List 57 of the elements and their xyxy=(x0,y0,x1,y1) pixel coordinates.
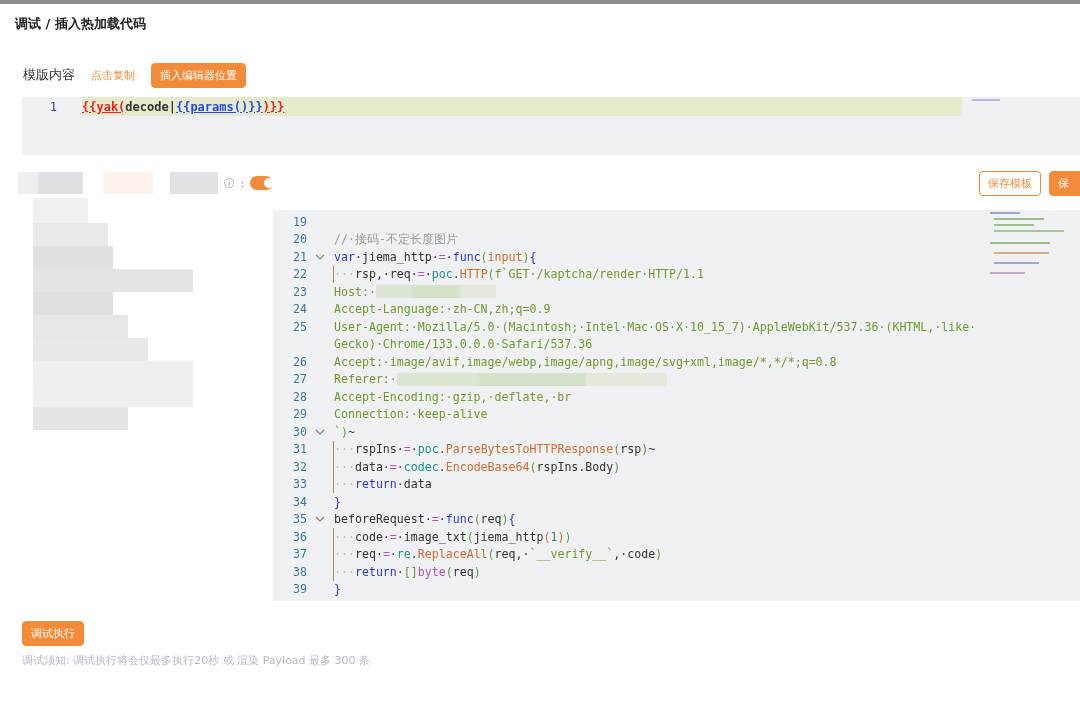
template-label: 模版内容 xyxy=(23,66,75,84)
code-editor[interactable] xyxy=(273,210,1080,601)
code-line: ···data·=·codec.EncodeBase64(rspIns.Body) xyxy=(333,458,621,476)
line-number: 20 xyxy=(292,232,307,247)
line-number: 26 xyxy=(292,354,307,369)
code-line: //·接码-不定长度图片 xyxy=(333,230,458,248)
window-title: 调试 / 插入热加载代码 xyxy=(13,15,147,33)
line-number: 36 xyxy=(292,529,307,544)
line-number: 27 xyxy=(292,372,307,387)
line-number: 31 xyxy=(292,442,307,457)
code-line: ···req·=·re.ReplaceAll(req,·`__verify__`,·code) xyxy=(333,545,663,563)
colon-text: : xyxy=(240,176,245,190)
code-line: Accept-Language:·zh-CN,zh;q=0.9 xyxy=(333,301,551,318)
code-line: } xyxy=(333,493,341,511)
line-number: 34 xyxy=(292,494,307,509)
code-line: ···rsp,·req·=·poc.HTTP(f`GET·/kaptcha/render·HTTP/1.1 xyxy=(333,265,704,283)
line-number: 25 xyxy=(292,319,307,334)
save-button[interactable]: 保 xyxy=(1049,170,1080,196)
template-editor[interactable]: 1 {{yak(decode|{{params()}})}} xyxy=(22,97,1080,155)
line-number: 23 xyxy=(292,284,307,299)
toggle-switch[interactable] xyxy=(250,176,273,190)
code-line: `)~ xyxy=(333,423,355,441)
code-line: Gecko)·Chrome/133.0.0.0·Safari/537.36 xyxy=(333,336,593,353)
line-number: 29 xyxy=(292,407,307,422)
line-number: 21 xyxy=(292,249,307,264)
line-number: 24 xyxy=(292,302,307,317)
line-number: 37 xyxy=(292,547,307,562)
code-line: Accept:·image/avif,image/webp,image/apng,image/svg+xml,image/*,*/*;q=0.8 xyxy=(333,353,837,371)
code-line: ···code·=·image_txt(jiema_http(1)) xyxy=(333,528,572,546)
line-number: 19 xyxy=(292,214,307,229)
line-number: 22 xyxy=(292,267,307,282)
code-line: ···return·[]byte(req) xyxy=(333,563,481,581)
line-number: 30 xyxy=(292,424,307,439)
code-line: ···return·data xyxy=(333,475,432,493)
code-line: Referer:· xyxy=(333,370,667,388)
debug-note: 调试须知: 调试执行将会仅最多执行20秒 或 渲染 Payload 最多 300 条 xyxy=(22,653,371,668)
save-template-button[interactable]: 保存模板 xyxy=(979,170,1041,196)
minimap-drawing xyxy=(972,99,1000,102)
run-debug-button[interactable]: 调试执行 xyxy=(22,621,84,646)
info-icon[interactable] xyxy=(223,177,235,189)
line-number: 32 xyxy=(292,459,307,474)
line-number: 38 xyxy=(292,564,307,579)
line-number: 35 xyxy=(292,512,307,527)
code-line: } xyxy=(333,581,341,598)
code-line: Accept-Encoding:·gzip,·deflate,·br xyxy=(333,388,572,406)
copy-link[interactable]: 点击复制 xyxy=(91,67,135,83)
code-line: ···rspIns·=·poc.ParseBytesToHTTPResponse(rsp)~ xyxy=(333,440,656,458)
line-number: 39 xyxy=(292,582,307,597)
code-line: Connection:·keep-alive xyxy=(333,406,488,423)
code-line: var·jiema_http·=·func(input){ xyxy=(333,248,537,266)
code-line: User-Agent:·Mozilla/5.0·(Macintosh;·Intel·Mac·OS·X·10_15_7)·AppleWebKit/537.36·(KHTML,·like· xyxy=(333,318,977,336)
code-line: beforeRequest·=·func(req){ xyxy=(333,511,516,528)
code-line: Host:· xyxy=(333,283,496,301)
insert-button[interactable]: 插入编辑器位置 xyxy=(151,62,246,88)
line-number: 1 xyxy=(48,99,57,114)
line-number: 28 xyxy=(292,389,307,404)
line-number: 33 xyxy=(292,477,307,492)
